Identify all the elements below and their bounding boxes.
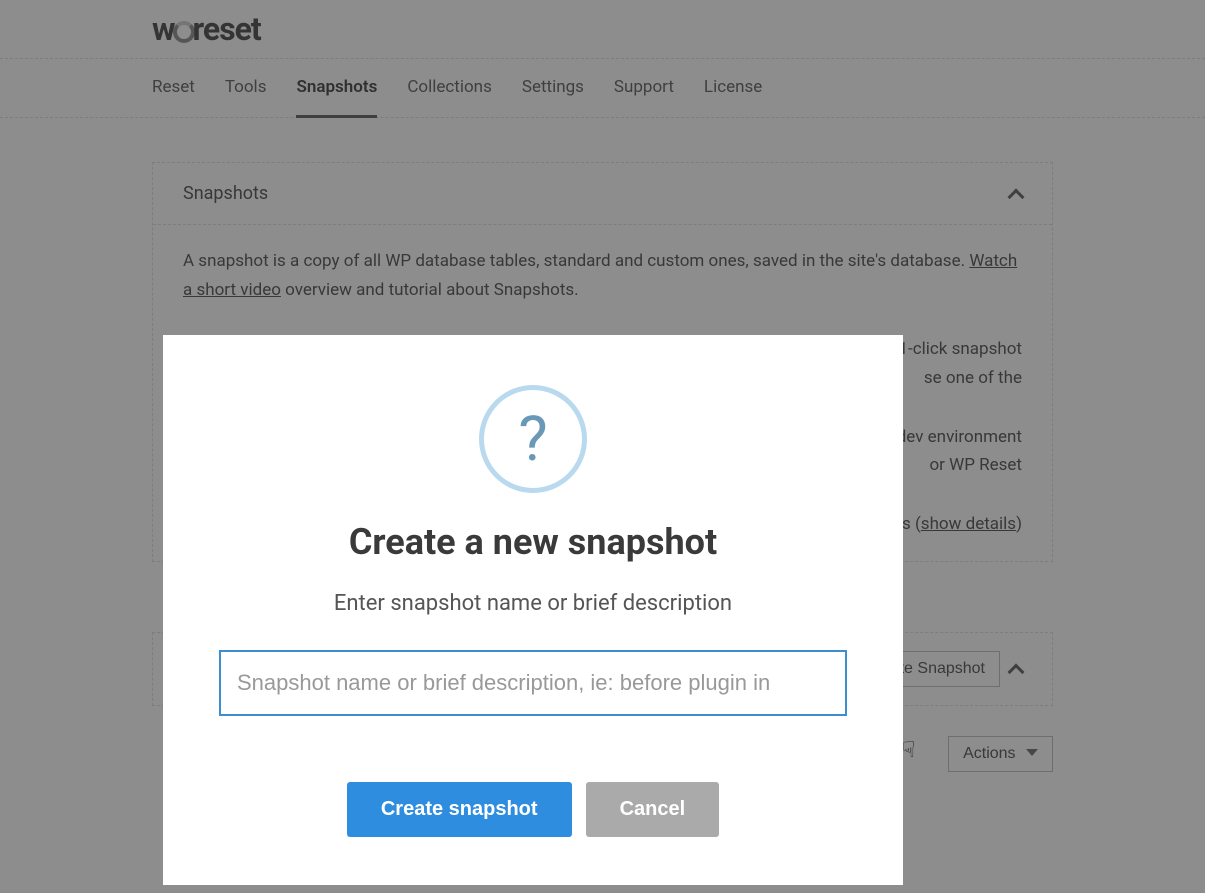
modal-subtitle: Enter snapshot name or brief description — [218, 591, 848, 616]
snapshot-name-input[interactable] — [219, 650, 847, 716]
create-snapshot-confirm-button[interactable]: Create snapshot — [347, 782, 572, 837]
cancel-button[interactable]: Cancel — [586, 782, 720, 837]
modal-buttons: Create snapshot Cancel — [218, 782, 848, 837]
question-icon: ? — [479, 385, 587, 493]
create-snapshot-modal: ? Create a new snapshot Enter snapshot n… — [163, 335, 903, 885]
modal-title: Create a new snapshot — [218, 521, 848, 563]
